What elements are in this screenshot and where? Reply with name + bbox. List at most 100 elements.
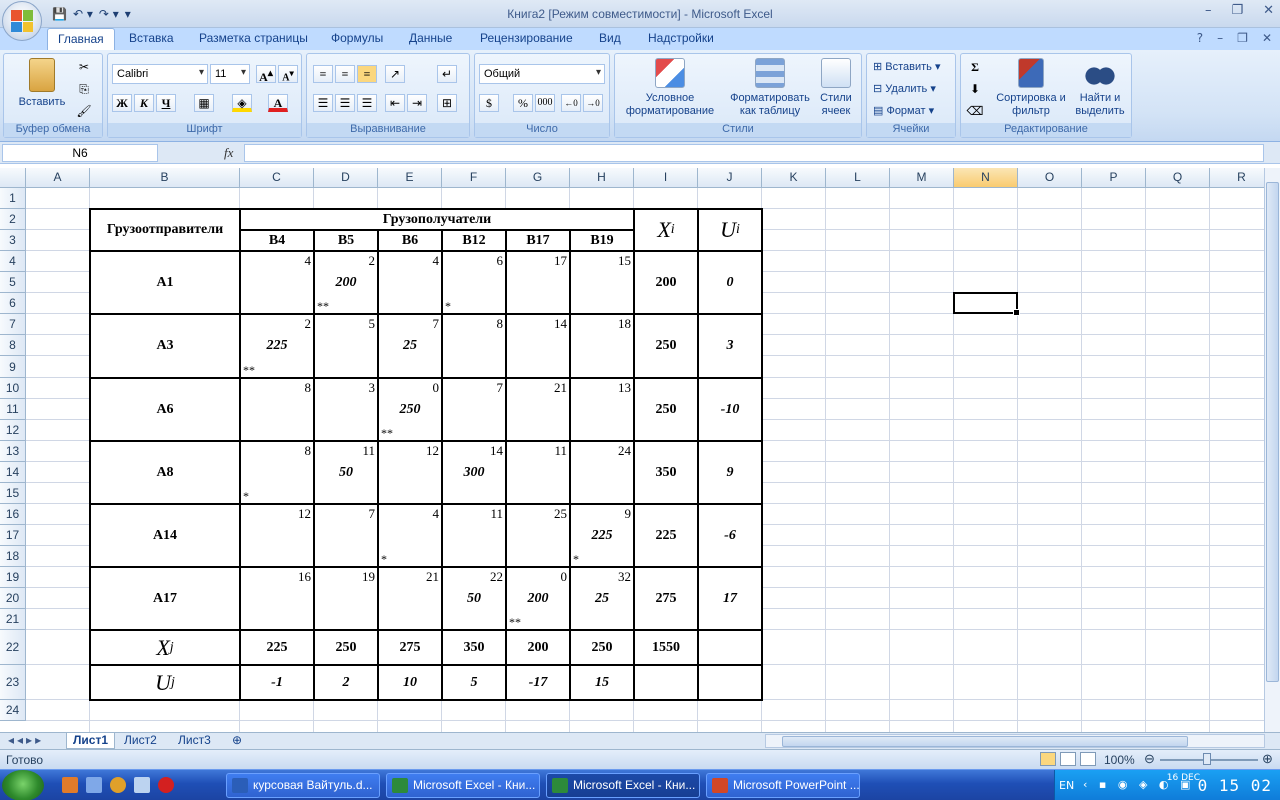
shrink-font-icon[interactable]: A▾ [278, 65, 298, 83]
start-button[interactable] [2, 770, 44, 800]
tab-data[interactable]: Данные [409, 31, 452, 45]
language-indicator[interactable]: EN [1059, 779, 1074, 792]
row-header-21[interactable]: 21 [0, 609, 26, 630]
page-break-view-icon[interactable] [1080, 752, 1096, 766]
tab-view[interactable]: Вид [599, 31, 621, 45]
orientation-icon[interactable]: ↗ [385, 65, 405, 83]
taskbar-excel-1[interactable]: Microsoft Excel - Кни... [386, 773, 540, 798]
bold-button[interactable]: Ж [112, 94, 132, 112]
row-header-4[interactable]: 4 [0, 251, 26, 272]
sheet-tab-1[interactable]: Лист1 [66, 733, 116, 749]
sheet-nav-arrows-icon[interactable]: ◂◂▸▸ [2, 733, 50, 749]
delete-cells-button[interactable]: ⊟ Удалить ▾ [873, 82, 936, 95]
zoom-out-icon[interactable]: ⊖ [1144, 751, 1155, 767]
align-middle-icon[interactable]: ≡ [335, 65, 355, 83]
autosum-icon[interactable]: Σ [965, 58, 985, 76]
decrease-indent-icon[interactable]: ⇤ [385, 94, 405, 112]
row-header-9[interactable]: 9 [0, 356, 26, 378]
format-painter-icon[interactable]: 🖌 [74, 102, 94, 120]
italic-button[interactable]: К [134, 94, 154, 112]
tab-review[interactable]: Рецензирование [480, 31, 573, 45]
wrap-text-icon[interactable]: ↵ [437, 65, 457, 83]
row-header-19[interactable]: 19 [0, 567, 26, 588]
tab-home[interactable]: Главная [47, 28, 115, 50]
conditional-formatting-button[interactable]: Условное форматирование [617, 58, 723, 118]
formula-input[interactable] [244, 144, 1264, 162]
number-format-combo[interactable]: Общий [479, 64, 605, 84]
horizontal-scroll-thumb[interactable] [782, 736, 1188, 747]
insert-cells-button[interactable]: ⊞ Вставить ▾ [873, 60, 941, 73]
column-header-b[interactable]: B [90, 168, 240, 188]
doc-minimize-icon[interactable]: – [1217, 31, 1223, 45]
increase-indent-icon[interactable]: ⇥ [407, 94, 427, 112]
font-name-combo[interactable]: Calibri [112, 64, 208, 84]
grow-font-icon[interactable]: A▴ [256, 65, 276, 84]
row-header-6[interactable]: 6 [0, 293, 26, 314]
zoom-slider-thumb[interactable] [1203, 753, 1211, 765]
page-layout-view-icon[interactable] [1060, 752, 1076, 766]
paste-button[interactable]: Вставить [12, 58, 72, 109]
align-right-icon[interactable]: ☰ [357, 94, 377, 112]
column-header-a[interactable]: A [26, 168, 90, 188]
doc-restore-icon[interactable]: ❐ [1237, 31, 1248, 45]
tab-page-layout[interactable]: Разметка страницы [199, 31, 308, 45]
zoom-in-icon[interactable]: ⊕ [1262, 751, 1273, 767]
cell-styles-button[interactable]: Стили ячеек [813, 58, 859, 118]
sheet-tab-2[interactable]: Лист2 [118, 733, 163, 749]
row-header-3[interactable]: 3 [0, 230, 26, 251]
column-header-o[interactable]: O [1018, 168, 1082, 188]
worksheet-grid[interactable]: A B C D E F G H I J K L M N O P Q R 1 2 3 4 5 6 7 8 9 10 11 12 13 14 15 1… [0, 168, 1264, 732]
row-header-15[interactable]: 15 [0, 483, 26, 504]
row-header-7[interactable]: 7 [0, 314, 26, 335]
tab-insert[interactable]: Вставка [129, 31, 174, 45]
cut-icon[interactable]: ✂ [74, 58, 94, 76]
row-header-16[interactable]: 16 [0, 504, 26, 525]
align-bottom-icon[interactable]: ≡ [357, 65, 377, 83]
normal-view-icon[interactable] [1040, 752, 1056, 766]
clear-icon[interactable]: ⌫ [965, 102, 985, 120]
increase-decimal-icon[interactable]: ←0 [561, 94, 581, 112]
row-header-12[interactable]: 12 [0, 420, 26, 441]
column-header-r[interactable]: R [1210, 168, 1264, 188]
borders-icon[interactable]: ▦ [194, 94, 214, 112]
row-header-2[interactable]: 2 [0, 209, 26, 230]
row-header-13[interactable]: 13 [0, 441, 26, 462]
tab-formulas[interactable]: Формулы [331, 31, 383, 45]
column-header-k[interactable]: K [762, 168, 826, 188]
column-header-m[interactable]: M [890, 168, 954, 188]
vertical-scroll-thumb[interactable] [1266, 182, 1279, 682]
find-select-button[interactable]: Найти и выделить [1069, 58, 1131, 118]
align-center-icon[interactable]: ☰ [335, 94, 355, 112]
column-header-j[interactable]: J [698, 168, 762, 188]
row-header-11[interactable]: 11 [0, 399, 26, 420]
font-color-icon[interactable]: A [268, 94, 288, 112]
zoom-level[interactable]: 100% [1104, 753, 1135, 767]
column-header-f[interactable]: F [442, 168, 506, 188]
column-header-h[interactable]: H [570, 168, 634, 188]
column-header-c[interactable]: C [240, 168, 314, 188]
select-all-corner[interactable] [0, 168, 26, 188]
format-as-table-button[interactable]: Форматировать как таблицу [725, 58, 815, 118]
column-header-d[interactable]: D [314, 168, 378, 188]
row-header-24[interactable]: 24 [0, 700, 26, 721]
align-top-icon[interactable]: ≡ [313, 65, 333, 83]
merge-cells-icon[interactable]: ⊞ [437, 94, 457, 112]
column-header-i[interactable]: I [634, 168, 698, 188]
close-button[interactable]: ✕ [1263, 3, 1274, 18]
underline-button[interactable]: Ч [156, 94, 176, 112]
row-header-1[interactable]: 1 [0, 188, 26, 209]
row-header-5[interactable]: 5 [0, 272, 26, 293]
insert-sheet-icon[interactable]: ⊕ [226, 733, 248, 749]
column-header-n[interactable]: N [954, 168, 1018, 188]
taskbar-excel-2[interactable]: Microsoft Excel - Кни... [546, 773, 700, 798]
row-header-14[interactable]: 14 [0, 462, 26, 483]
row-header-18[interactable]: 18 [0, 546, 26, 567]
row-header-10[interactable]: 10 [0, 378, 26, 399]
sort-filter-button[interactable]: Сортировка и фильтр [995, 58, 1067, 118]
doc-close-icon[interactable]: ✕ [1262, 31, 1272, 45]
active-cell-n6[interactable] [953, 292, 1020, 316]
help-icon[interactable]: ? [1197, 31, 1203, 45]
quicklaunch-icon-5[interactable] [158, 777, 174, 793]
vertical-scrollbar[interactable] [1264, 168, 1280, 732]
font-size-combo[interactable]: 11 [210, 64, 250, 84]
